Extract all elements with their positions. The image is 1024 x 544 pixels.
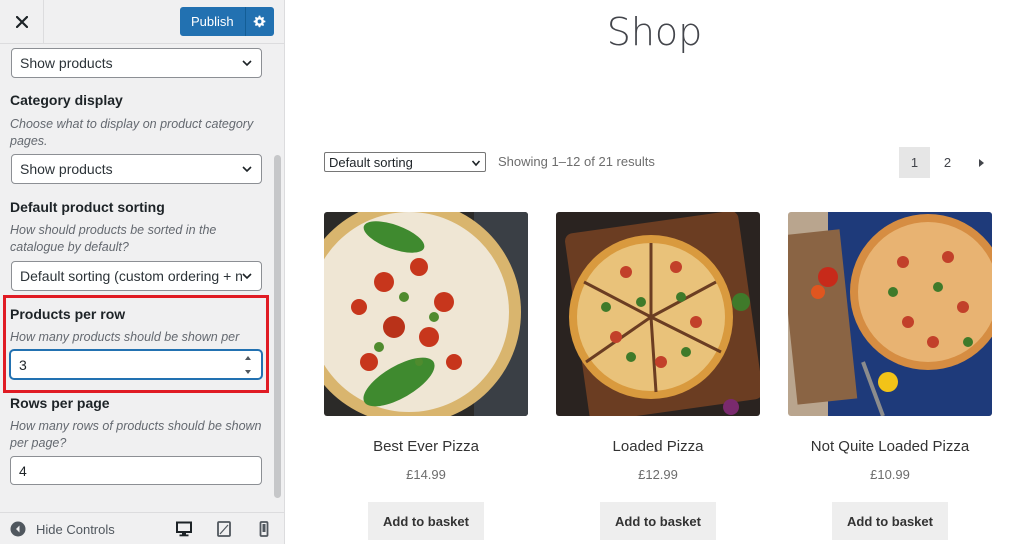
publish-group: Publish [180,7,274,36]
select-value: Show products [20,161,113,177]
highlight-box [3,295,269,393]
page-2[interactable]: 2 [932,147,963,178]
shop-page-display-select[interactable]: Show products [11,48,262,78]
product-image[interactable] [324,212,528,416]
publish-button[interactable]: Publish [180,7,245,36]
next-page-icon [978,158,984,167]
add-to-basket-button[interactable]: Add to basket [832,502,948,540]
product-card[interactable]: Loaded Pizza £12.99 Add to basket [556,212,760,540]
add-to-basket-button[interactable]: Add to basket [600,502,716,540]
tablet-icon[interactable] [216,521,232,537]
sidebar-header: Publish [0,0,284,44]
select-value: Show products [20,55,113,71]
category-display-select[interactable]: Show products [11,154,262,184]
product-name[interactable]: Loaded Pizza [556,438,760,455]
gear-icon [253,15,266,28]
rows-per-page-input[interactable]: 4 [10,456,262,485]
default-sorting-description: How should products be sorted in the cat… [10,223,217,254]
hide-controls-button[interactable]: Hide Controls [10,521,115,537]
product-image[interactable] [556,212,760,416]
sorting-select[interactable]: Default sorting [324,152,486,172]
select-value: Default sorting [329,154,413,170]
rows-per-page-description: How many rows of products should be show… [10,419,262,450]
product-price: £12.99 [638,467,678,482]
select-value: Default sorting (custom ordering + na [20,268,242,284]
product-image[interactable] [788,212,992,416]
sidebar-footer: Hide Controls [0,512,284,544]
product-card[interactable]: Not Quite Loaded Pizza £10.99 Add to bas… [788,212,992,540]
product-price: £10.99 [870,467,910,482]
desktop-icon[interactable] [176,521,192,537]
mobile-icon[interactable] [256,521,272,537]
chevron-down-icon [242,166,252,173]
chevron-down-icon [471,160,481,167]
pagination: 1 2 [899,147,996,178]
publish-settings-button[interactable] [244,7,274,36]
collapse-arrow-icon [10,521,26,537]
sidebar-controls: Show products Category display Choose wh… [0,44,284,512]
default-sorting-label: Default product sorting [10,199,165,215]
product-name[interactable]: Best Ever Pizza [324,438,528,455]
result-count: Showing 1–12 of 21 results [498,154,655,169]
hide-controls-label: Hide Controls [36,521,115,537]
close-icon [15,16,28,28]
product-price: £14.99 [406,467,446,482]
default-sorting-select[interactable]: Default sorting (custom ordering + na [11,261,262,291]
sidebar-scrollbar[interactable] [274,155,281,498]
category-display-description: Choose what to display on product catego… [10,117,254,148]
rows-per-page-label: Rows per page [10,395,110,411]
page-title: Shop [606,10,703,54]
next-page-button[interactable] [965,147,996,178]
add-to-basket-button[interactable]: Add to basket [368,502,484,540]
customizer-sidebar: Publish Show products Category display C… [0,0,285,544]
site-preview: Shop Default sorting Showing 1–12 of 21 … [285,0,1024,544]
page-1[interactable]: 1 [899,147,930,178]
category-display-label: Category display [10,92,123,108]
chevron-down-icon [242,60,252,67]
chevron-down-icon [242,273,252,280]
close-button[interactable] [0,0,44,44]
product-card[interactable]: Best Ever Pizza £14.99 Add to basket [324,212,528,540]
input-value: 4 [19,462,27,479]
product-name[interactable]: Not Quite Loaded Pizza [788,438,992,455]
